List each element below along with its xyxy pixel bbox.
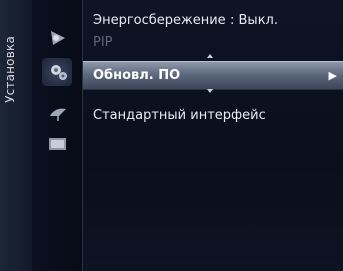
gear-settings-icon[interactable]: [47, 62, 69, 82]
category-icon-column: ◀: [32, 0, 117, 271]
settings-menu: Энергосбережение : Выкл. PIP Обновл. ПО …: [83, 0, 343, 271]
tv-setup-menu: Установка ◀ Энергосбережение : Выкл.: [0, 0, 343, 271]
satellite-dish-icon[interactable]: [47, 104, 69, 124]
menu-item-label: PIP: [93, 35, 113, 50]
menu-item-pip: PIP: [83, 32, 343, 54]
menu-item-label: Обновл. ПО: [93, 68, 181, 83]
menu-item-label: Энергосбережение: [93, 13, 226, 28]
picture-icon[interactable]: [47, 28, 69, 48]
menu-item-label: Стандартный интерфейс: [93, 108, 266, 123]
scroll-down-indicator: [207, 89, 213, 93]
chevron-right-icon: ▶: [328, 69, 337, 82]
scroll-up-indicator: [207, 54, 213, 58]
menu-item-common-interface[interactable]: Стандартный интерфейс: [83, 105, 343, 127]
category-label: Установка: [3, 36, 17, 103]
menu-item-value: : Выкл.: [230, 13, 278, 28]
menu-item-energy-saving[interactable]: Энергосбережение : Выкл.: [83, 10, 343, 32]
input-icon[interactable]: [47, 134, 69, 154]
menu-item-software-update[interactable]: Обновл. ПО ▶: [83, 61, 343, 90]
category-tab: Установка: [0, 0, 33, 271]
